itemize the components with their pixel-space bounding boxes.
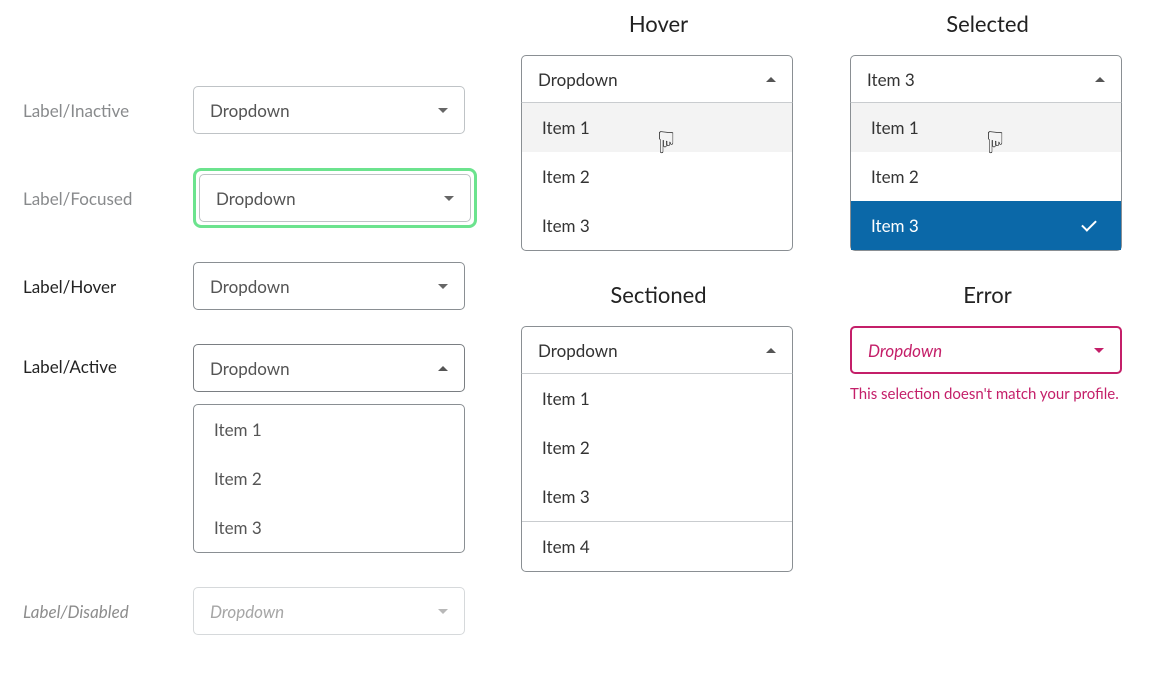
menu-item-hovered[interactable]: Item 1 [522, 103, 792, 152]
dropdown-active-value: Dropdown [210, 358, 290, 379]
dropdown-hover-open[interactable]: Dropdown [521, 55, 793, 103]
menu-item[interactable]: Item 3 [522, 472, 792, 521]
chevron-up-icon [766, 348, 776, 353]
dropdown-focused-value: Dropdown [216, 188, 296, 209]
menu-item-selected-label: Item 3 [871, 215, 919, 236]
chevron-up-icon [438, 366, 448, 371]
dropdown-active-wrap: Dropdown Item 1 Item 2 Item 3 [193, 344, 465, 553]
label-inactive: Label/Inactive [23, 100, 193, 121]
section-title-error: Error [850, 281, 1125, 308]
label-disabled: Label/Disabled [23, 601, 193, 622]
error-panel: Dropdown This selection doesn't match yo… [850, 326, 1122, 405]
row-focused: Label/Focused Dropdown [23, 168, 493, 228]
dropdown-inactive[interactable]: Dropdown [193, 86, 465, 134]
dropdown-error-value: Dropdown [868, 340, 942, 361]
dropdown-selected[interactable]: Item 3 [850, 55, 1122, 103]
row-inactive: Label/Inactive Dropdown [23, 86, 493, 134]
section-title-selected: Selected [850, 10, 1125, 37]
dropdown-active[interactable]: Dropdown [193, 344, 465, 392]
label-focused: Label/Focused [23, 188, 193, 209]
selected-error-column: Selected Item 3 Item 1 Item 2 Item 3 ☟ E… [850, 4, 1125, 405]
dropdown-disabled-value: Dropdown [210, 601, 284, 622]
menu-item[interactable]: Item 2 [522, 152, 792, 201]
dropdown-disabled: Dropdown [193, 587, 465, 635]
label-active: Label/Active [23, 344, 193, 377]
menu-item-hovered[interactable]: Item 1 [851, 103, 1121, 152]
section-title-hover: Hover [521, 10, 796, 37]
states-column: Label/Inactive Dropdown Label/Focused Dr… [23, 16, 493, 635]
menu-item[interactable]: Item 3 [194, 503, 464, 552]
selected-panel: Item 3 Item 1 Item 2 Item 3 ☟ [850, 55, 1122, 251]
dropdown-inactive-value: Dropdown [210, 100, 290, 121]
menu-item[interactable]: Item 2 [522, 423, 792, 472]
chevron-down-icon [438, 609, 448, 614]
chevron-up-icon [1095, 77, 1105, 82]
dropdown-hover-open-value: Dropdown [538, 69, 618, 90]
label-hover: Label/Hover [23, 276, 193, 297]
dropdown-sectioned[interactable]: Dropdown [521, 326, 793, 374]
chevron-down-icon [444, 196, 454, 201]
chevron-down-icon [438, 284, 448, 289]
menu-item[interactable]: Item 1 [522, 374, 792, 423]
selected-menu: Item 1 Item 2 Item 3 ☟ [850, 103, 1122, 251]
dropdown-sectioned-value: Dropdown [538, 340, 618, 361]
check-icon [1081, 216, 1101, 236]
row-active: Label/Active Dropdown Item 1 Item 2 Item… [23, 344, 493, 553]
hover-menu: Item 1 Item 2 Item 3 ☟ [521, 103, 793, 251]
chevron-down-icon [1094, 348, 1104, 353]
hover-sectioned-column: Hover Dropdown Item 1 Item 2 Item 3 ☟ Se… [521, 4, 796, 572]
menu-item-selected[interactable]: Item 3 [851, 201, 1121, 250]
dropdown-hover[interactable]: Dropdown [193, 262, 465, 310]
sectioned-menu: Item 1 Item 2 Item 3 Item 4 [521, 374, 793, 572]
focus-ring: Dropdown [193, 168, 477, 228]
section-title-sectioned: Sectioned [521, 281, 796, 308]
menu-item[interactable]: Item 1 [194, 405, 464, 454]
hover-panel: Dropdown Item 1 Item 2 Item 3 ☟ [521, 55, 793, 251]
row-hover: Label/Hover Dropdown [23, 262, 493, 310]
chevron-up-icon [766, 77, 776, 82]
dropdown-selected-value: Item 3 [867, 69, 915, 90]
dropdown-hover-value: Dropdown [210, 276, 290, 297]
chevron-down-icon [438, 108, 448, 113]
row-disabled: Label/Disabled Dropdown [23, 587, 493, 635]
dropdown-focused[interactable]: Dropdown [199, 174, 471, 222]
menu-item[interactable]: Item 2 [851, 152, 1121, 201]
dropdown-error[interactable]: Dropdown [850, 326, 1122, 374]
menu-item[interactable]: Item 3 [522, 201, 792, 250]
menu-item[interactable]: Item 4 [522, 521, 792, 571]
sectioned-panel: Dropdown Item 1 Item 2 Item 3 Item 4 [521, 326, 793, 572]
menu-item[interactable]: Item 2 [194, 454, 464, 503]
dropdown-active-menu: Item 1 Item 2 Item 3 [193, 404, 465, 553]
error-message: This selection doesn't match your profil… [850, 384, 1122, 405]
